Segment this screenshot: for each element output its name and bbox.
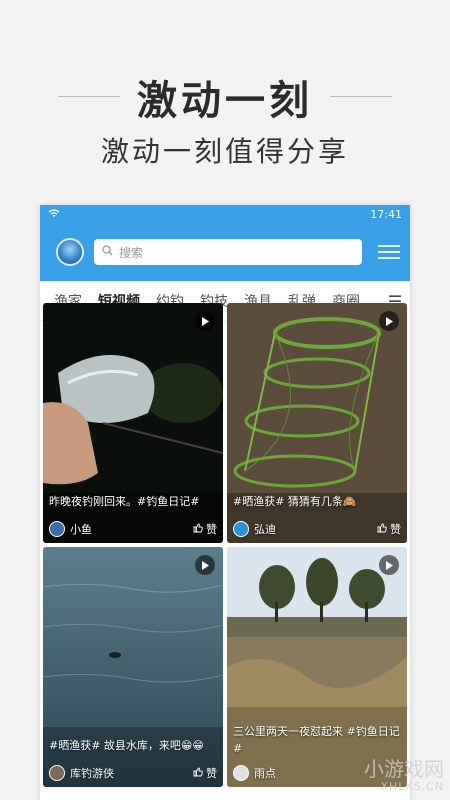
wifi-icon <box>48 208 60 221</box>
video-footer: 小鱼 赞 <box>43 515 223 543</box>
avatar[interactable] <box>49 765 65 781</box>
like-button[interactable]: 赞 <box>193 521 217 537</box>
username[interactable]: 库钓游侠 <box>70 765 114 781</box>
like-label: 赞 <box>206 523 217 536</box>
play-icon <box>195 555 215 575</box>
status-time: 17:41 <box>370 207 402 221</box>
like-button[interactable]: 赞 <box>193 765 217 781</box>
video-caption: 三公里两天一夜怼起来 #钓鱼日记# <box>233 725 400 755</box>
thumbs-up-icon <box>193 523 203 536</box>
promo-title: 激动一刻 <box>137 78 313 124</box>
like-label: 赞 <box>390 523 401 536</box>
search-input[interactable]: 搜索 <box>94 239 362 265</box>
watermark-logo: 小游戏网 XHLKS.CN <box>364 759 444 796</box>
play-icon <box>195 311 215 331</box>
play-icon <box>379 311 399 331</box>
video-footer: 库钓游侠 赞 <box>43 759 223 787</box>
search-placeholder: 搜索 <box>119 245 144 260</box>
avatar[interactable] <box>49 521 65 537</box>
phone-screen: 17:41 搜索 渔家 短视频 约钓 钓技 渔具 乱弹 商圈 ☰ 昨晚夜钓刚回来… <box>40 205 410 800</box>
like-button[interactable]: 赞 <box>377 521 401 537</box>
promo-subtitle: 激动一刻值得分享 <box>100 135 349 168</box>
thumbs-up-icon <box>193 767 203 780</box>
video-card[interactable]: #晒渔获# 猜猜有几条🙈 弘迪 赞 <box>227 303 407 543</box>
username[interactable]: 弘迪 <box>254 521 276 537</box>
play-icon <box>379 555 399 575</box>
avatar[interactable] <box>233 765 249 781</box>
app-bar: 搜索 <box>40 223 410 281</box>
video-caption: 昨晚夜钓刚回来。#钓鱼日记# <box>49 495 200 508</box>
video-card[interactable]: #晒渔获# 故县水库，来吧😁😁 库钓游侠 赞 <box>43 547 223 787</box>
search-icon <box>102 245 113 259</box>
username[interactable]: 小鱼 <box>70 521 92 537</box>
app-logo-avatar[interactable] <box>56 238 84 266</box>
menu-list-icon[interactable] <box>372 239 400 265</box>
status-bar: 17:41 <box>40 205 410 223</box>
avatar[interactable] <box>233 521 249 537</box>
video-card[interactable]: 昨晚夜钓刚回来。#钓鱼日记# 小鱼 赞 <box>43 303 223 543</box>
username[interactable]: 雨点 <box>254 765 276 781</box>
thumbs-up-icon <box>377 523 387 536</box>
video-caption: #晒渔获# 猜猜有几条🙈 <box>233 495 357 508</box>
video-caption: #晒渔获# 故县水库，来吧😁😁 <box>49 739 204 752</box>
like-label: 赞 <box>206 767 217 780</box>
video-card[interactable]: 三公里两天一夜怼起来 #钓鱼日记# 雨点 <box>227 547 407 787</box>
video-footer: 弘迪 赞 <box>227 515 407 543</box>
